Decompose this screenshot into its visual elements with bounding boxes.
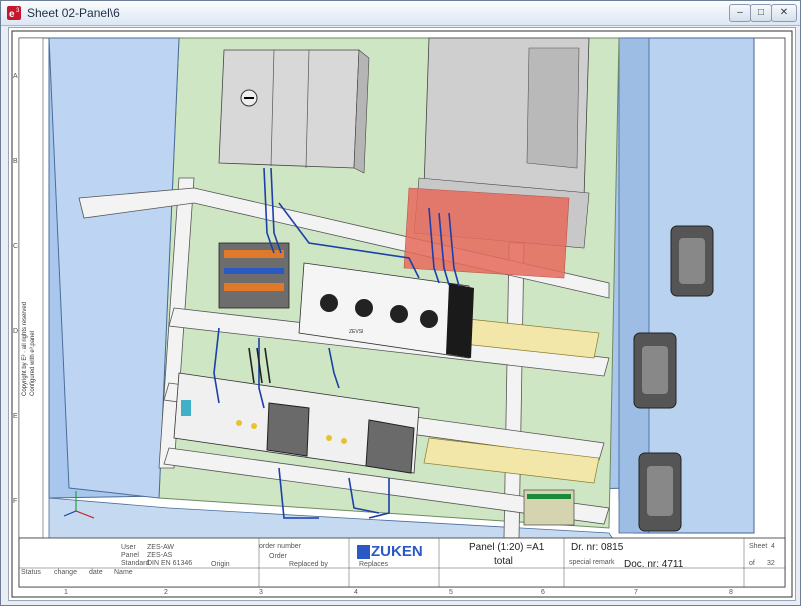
tb-order: Order: [269, 553, 287, 560]
row-letter: B: [13, 158, 18, 165]
side-note-line-1: Copyright by E³ · all rights reserved: [22, 301, 28, 396]
terminal-block-bottom: [523, 489, 575, 526]
tb-change: change: [54, 569, 77, 576]
col-number: 8: [729, 589, 733, 596]
zuken-logo-icon: [357, 545, 370, 559]
tb-doc-nr: Doc. nr: 4711: [624, 559, 684, 570]
maximize-button[interactable]: □: [750, 4, 772, 22]
tb-standard-value: DIN EN 61346: [147, 560, 193, 567]
tb-user-label: User: [121, 544, 136, 551]
tb-origin: Origin: [211, 561, 230, 568]
side-notes: Copyright by E³ · all rights reserved Co…: [21, 136, 37, 396]
close-button[interactable]: ✕: [771, 4, 797, 22]
tb-date: date: [89, 569, 103, 576]
door-lock-bottom: [638, 452, 682, 532]
minimize-button[interactable]: –: [729, 4, 751, 22]
tb-replaced-by: Replaced by: [289, 561, 328, 568]
col-number: 3: [259, 589, 263, 596]
tb-of: of: [749, 560, 755, 567]
breaker-label: ZEVSI: [349, 329, 363, 335]
terminal-block-left: [218, 242, 290, 309]
panel-3d-scene: ZEVSI: [48, 37, 755, 549]
tb-special-remark: special remark: [569, 559, 615, 566]
tb-logo-text: ZUKEN: [371, 543, 423, 560]
tb-standard-label: Standard: [121, 560, 150, 567]
col-number: 5: [449, 589, 453, 596]
col-number: 2: [164, 589, 168, 596]
tb-sheet: Sheet: [749, 543, 768, 550]
col-number: 6: [541, 589, 545, 596]
door-lock-middle: [633, 332, 677, 409]
tb-drawing-nr: Dr. nr: 0815: [571, 542, 624, 553]
tb-total-label: total: [494, 556, 513, 567]
title-bar[interactable]: e 3 Sheet 02-Panel\6 – □ ✕: [1, 1, 800, 26]
tb-name: Name: [114, 569, 133, 576]
tb-panel-label-small: Panel: [121, 552, 139, 559]
door-lock-top: [670, 225, 714, 297]
drawing-sheet[interactable]: ZEVSI ZUKEN Panel (1:20) =A1 total Dr. n…: [8, 27, 796, 601]
plc-module-left: [218, 49, 370, 174]
row-letter: A: [13, 73, 18, 80]
row-letter: E: [13, 413, 18, 420]
tb-order-number: order number: [259, 543, 302, 550]
row-letter: D: [13, 328, 19, 335]
enclosure-left-wall: [48, 37, 180, 499]
row-letter: F: [13, 498, 18, 505]
tb-replaces: Replaces: [359, 561, 389, 568]
tb-sheet-value: 4: [771, 543, 775, 550]
tb-user-value: ZES-AW: [147, 544, 174, 551]
application-window: e 3 Sheet 02-Panel\6 – □ ✕ ZEVSI ZUKEN P…: [0, 0, 801, 606]
tb-panel-label: Panel (1:20) =A1: [469, 542, 545, 553]
tb-status: Status: [21, 569, 41, 576]
side-note-line-2: Configured with e³.panel: [30, 330, 36, 396]
col-number: 4: [354, 589, 358, 596]
col-number: 1: [64, 589, 68, 596]
window-title: Sheet 02-Panel\6: [27, 6, 120, 20]
selection-highlight: [403, 187, 570, 279]
panel-drawing-canvas: ZEVSI: [11, 30, 793, 598]
e3-app-icon: e 3: [7, 6, 21, 20]
col-number: 7: [634, 589, 638, 596]
svg-text:e: e: [9, 9, 15, 20]
tb-of-value: 32: [767, 560, 775, 567]
row-letter: C: [13, 243, 19, 250]
tb-panel-value: ZES-AS: [147, 552, 173, 559]
